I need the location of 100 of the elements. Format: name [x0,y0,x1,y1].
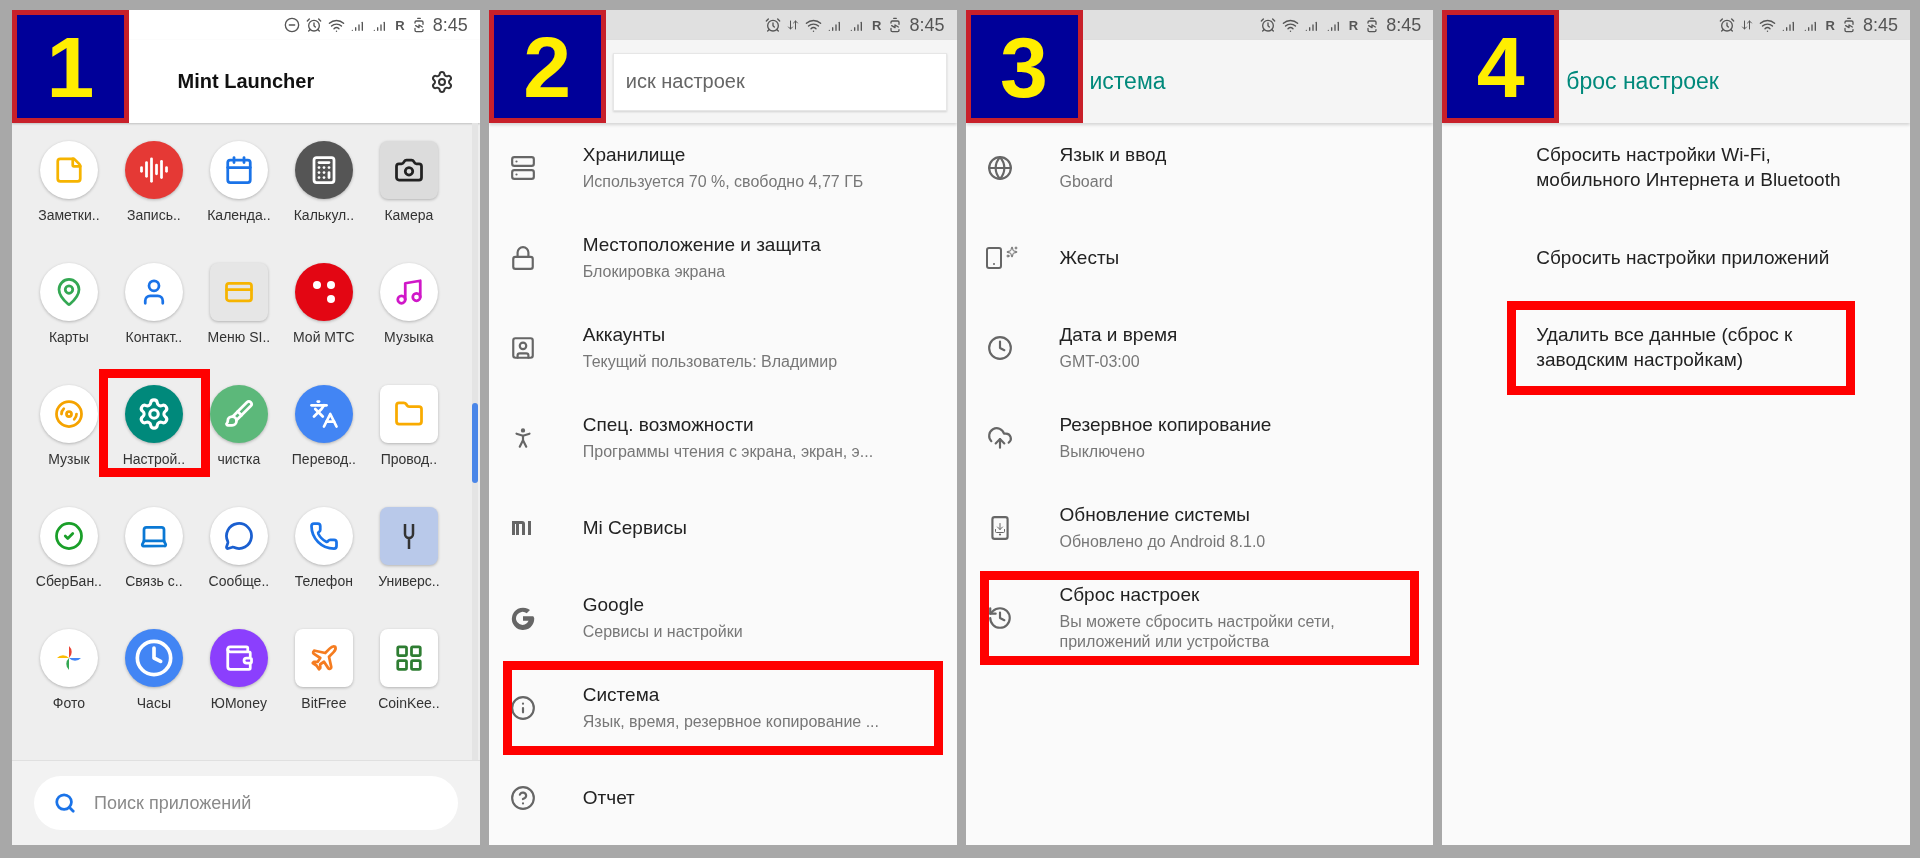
item-title: Резервное копирование [1059,413,1272,438]
chat-bubble-icon [209,507,268,565]
app-item[interactable]: Универс.. [366,507,452,589]
app-label: Камера [384,207,434,223]
pinwheel-icon [39,629,98,687]
app-label: BitFree [301,695,347,711]
app-item[interactable]: Контакт.. [111,263,197,345]
settings-item[interactable]: Спец. возможности Программы чтения с экрана, экран, э... [488,393,957,483]
app-label: СберБан.. [35,573,102,589]
item-subtitle: Используется 70 %, свободно 4,77 ГБ [582,171,864,192]
item-subtitle: Язык, время, резервное копирование ... [582,711,879,732]
app-item[interactable]: ЮMoney [196,629,282,711]
app-label: Музыка [384,329,434,345]
app-item[interactable]: Провод.. [366,385,452,467]
settings-item[interactable]: Хранилище Используется 70 %, свободно 4,77 ГБ [488,123,957,213]
item-subtitle: Gboard [1059,171,1114,192]
app-item[interactable]: Меню SI.. [196,263,282,345]
app-item[interactable]: Запись.. [111,141,197,223]
search-field[interactable]: иск настроек [612,52,947,111]
brush-icon [209,385,268,443]
app-item[interactable]: Карты [26,263,112,345]
phone-icon [294,507,353,565]
page-title: истема [1089,68,1166,95]
item-title: Удалить все данные (сброс к заводским настройкам) [1536,323,1794,372]
dots-icon [294,263,353,321]
settings-item[interactable]: Обновление системы Обновлено до Android 8.1.0 [965,483,1434,573]
app-item[interactable]: BitFree [281,629,367,711]
camera-icon [379,141,438,199]
settings-item[interactable]: Сброс настроек Вы можете сбросить настройки сети, приложений или устройства [965,573,1434,663]
roaming-indicator: R [395,17,405,33]
translate-icon [294,385,353,443]
item-title: Обновление системы [1059,503,1251,528]
settings-item[interactable]: Google Сервисы и настройки [488,573,957,663]
folder-icon [379,385,438,443]
scrollbar[interactable] [471,123,478,760]
help-icon [508,784,537,812]
app-item[interactable]: Камера [366,141,452,223]
app-label: Связь с.. [125,573,183,589]
app-label: ЮMoney [210,695,267,711]
item-title: Дата и время [1059,323,1178,348]
roaming-indicator: R [872,17,882,33]
clock-time: 8:45 [1862,14,1898,36]
data-arrows-icon [787,19,800,31]
sim-card-icon [209,263,268,321]
app-item[interactable]: Часы [111,629,197,711]
app-item[interactable]: Перевод.. [281,385,367,467]
settings-item[interactable]: Mi Сервисы [488,483,957,573]
step-number: 2 [488,10,606,123]
item-title: Аккаунты [582,323,667,348]
roaming-indicator: R [1825,17,1835,33]
settings-item[interactable]: Местоположение и защита Блокировка экрана [488,213,957,303]
item-title: Система [582,683,661,708]
settings-item[interactable]: Удалить все данные (сброс к заводским настройкам) [1442,303,1910,393]
app-item[interactable]: CoinKee.. [366,629,452,711]
app-label: Настрой.. [122,451,186,467]
settings-item[interactable]: Отчет [488,753,957,843]
settings-item[interactable]: Язык и ввод Gboard [965,123,1434,213]
app-item[interactable]: Настрой.. [99,369,211,477]
globe-icon [985,154,1014,182]
item-subtitle: Программы чтения с экрана, экран, э... [582,441,874,462]
app-item[interactable]: Сообще.. [196,507,282,589]
item-title: Спец. возможности [582,413,755,438]
gear-icon [124,385,183,443]
airplane-icon [294,629,353,687]
clock-icon [124,629,183,687]
data-arrows-icon [1740,19,1753,31]
app-label: Мой МТС [293,329,355,345]
app-item[interactable]: Связь с.. [111,507,197,589]
app-item[interactable]: Телефон [281,507,367,589]
item-title: Сбросить настройки приложений [1536,245,1830,270]
item-title: Сброс настроек [1059,582,1201,607]
item-subtitle: GMT-03:00 [1059,351,1141,372]
app-label: CoinKee.. [378,695,440,711]
app-item[interactable]: Мой МТС [281,263,367,345]
search-field[interactable]: Поиск приложений [34,776,458,830]
settings-item[interactable]: Система Язык, время, резервное копирование ... [488,663,957,753]
cloud-upload-icon [985,424,1014,452]
app-item[interactable]: Заметки.. [26,141,112,223]
step-number: 4 [1442,10,1560,123]
settings-item[interactable]: Сбросить настройки приложений [1442,213,1910,303]
settings-item[interactable]: Жесты [965,213,1434,303]
app-item[interactable]: Фото [26,629,112,711]
stack-icon [508,154,537,182]
item-subtitle: Обновлено до Android 8.1.0 [1059,531,1266,552]
music-disc-icon [39,385,98,443]
app-label: Запись.. [127,207,181,223]
item-title: Жесты [1059,245,1120,270]
app-item[interactable]: Календа.. [196,141,282,223]
app-item[interactable]: Калькул.. [281,141,367,223]
app-item[interactable]: Музыка [366,263,452,345]
settings-item[interactable]: Дата и время GMT-03:00 [965,303,1434,393]
settings-item[interactable]: Сбросить настройки Wi-Fi, мобильного Интернета и Bluetooth [1442,123,1910,213]
app-label: Заметки.. [38,207,100,223]
app-label: Фото [52,695,85,711]
item-subtitle: Текущий пользователь: Владимир [582,351,838,372]
app-label: Универс.. [378,573,440,589]
app-item[interactable]: СберБан.. [26,507,112,589]
settings-item[interactable]: Резервное копирование Выключено [965,393,1434,483]
item-subtitle: Блокировка экрана [582,261,727,282]
settings-item[interactable]: Аккаунты Текущий пользователь: Владимир [488,303,957,393]
